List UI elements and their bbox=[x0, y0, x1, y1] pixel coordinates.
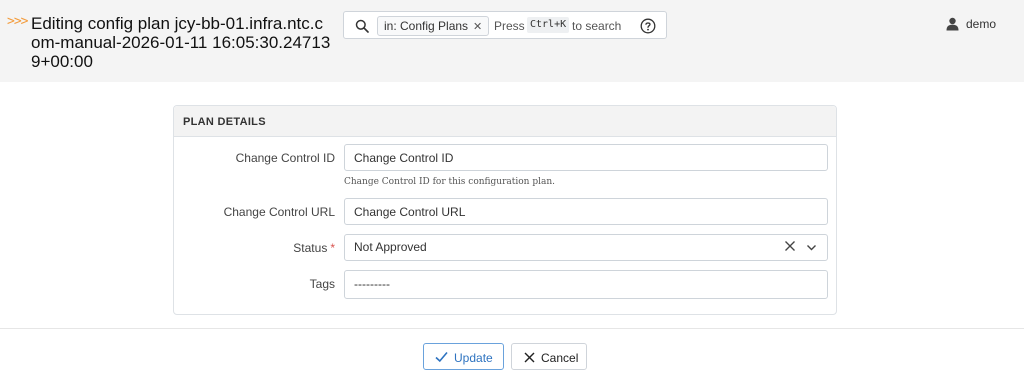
top-header: >>> Editing config plan jcy-bb-01.infra.… bbox=[0, 0, 1024, 82]
cancel-button[interactable]: Cancel bbox=[511, 343, 587, 370]
required-marker: * bbox=[330, 241, 335, 255]
change-control-id-input[interactable] bbox=[344, 144, 828, 171]
status-label-text: Status bbox=[293, 241, 328, 255]
change-control-url-input[interactable] bbox=[344, 198, 828, 225]
chevron-down-icon[interactable] bbox=[806, 242, 817, 253]
checkmark-icon bbox=[435, 351, 448, 363]
tags-label: Tags bbox=[309, 277, 335, 291]
status-label: Status * bbox=[293, 241, 335, 255]
update-button-label: Update bbox=[454, 351, 493, 365]
panel-header: PLAN DETAILS bbox=[174, 106, 836, 137]
tags-select[interactable]: --------- bbox=[344, 270, 828, 299]
status-select[interactable]: Not Approved bbox=[344, 234, 828, 261]
search-scope-chip[interactable]: in: Config Plans ✕ bbox=[377, 16, 490, 36]
panel-title: PLAN DETAILS bbox=[183, 116, 266, 128]
search-hint-text: to search bbox=[572, 19, 622, 33]
search-shortcut-key: Ctrl+K bbox=[527, 17, 570, 33]
change-control-url-label: Change Control URL bbox=[223, 205, 335, 219]
change-control-id-help: Change Control ID for this configuration… bbox=[344, 177, 556, 187]
status-value: Not Approved bbox=[354, 240, 427, 254]
global-search[interactable]: in: Config Plans ✕ Press Ctrl+K to search bbox=[343, 11, 667, 39]
help-icon[interactable] bbox=[640, 18, 656, 34]
page-title: Editing config plan jcy-bb-01.infra.ntc.… bbox=[31, 14, 331, 71]
remove-scope-icon[interactable]: ✕ bbox=[473, 21, 482, 33]
search-icon bbox=[355, 19, 369, 33]
user-icon bbox=[946, 17, 959, 31]
plan-details-panel: PLAN DETAILS Change Control ID Change Co… bbox=[173, 105, 837, 315]
update-button[interactable]: Update bbox=[423, 343, 504, 370]
search-scope-label: in: Config Plans bbox=[384, 19, 469, 33]
tags-value: --------- bbox=[354, 277, 390, 291]
cancel-button-label: Cancel bbox=[541, 351, 579, 365]
search-press-text: Press bbox=[494, 19, 525, 33]
user-name: demo bbox=[966, 17, 997, 31]
chevrons-icon: >>> bbox=[7, 14, 29, 29]
close-icon bbox=[524, 352, 535, 363]
clear-icon[interactable] bbox=[784, 240, 796, 252]
form-divider bbox=[0, 328, 1024, 329]
change-control-id-label: Change Control ID bbox=[235, 151, 335, 165]
